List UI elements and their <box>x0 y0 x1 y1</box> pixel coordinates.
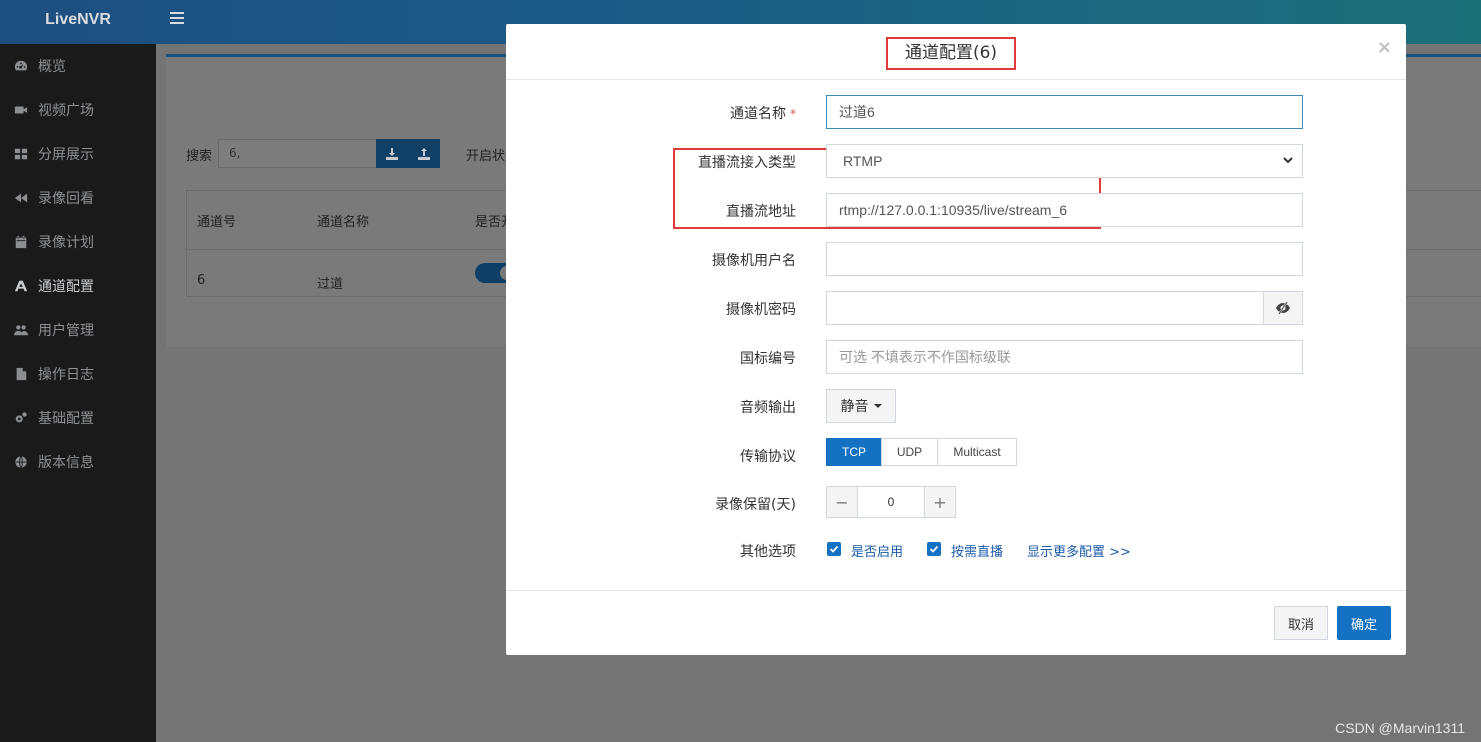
users-icon <box>13 323 29 337</box>
audio-output-label: 音频输出 <box>740 400 796 416</box>
table-cell-id: 6 <box>197 273 206 288</box>
upload-icon <box>418 147 430 160</box>
gb-id-input[interactable]: 可选 不填表示不作国标级联 <box>826 340 1303 374</box>
sidebar-item-overview[interactable]: 概览 <box>0 44 156 88</box>
table-cell-name: 过道 <box>317 277 344 292</box>
sidebar-item-label: 录像计划 <box>38 235 94 251</box>
stream-type-value: RTMP <box>843 153 883 169</box>
enabled-checkbox[interactable] <box>827 542 841 556</box>
protocol-option-tcp[interactable]: TCP <box>826 438 882 466</box>
column-header-name[interactable]: 通道名称 <box>317 211 369 230</box>
sidebar-item-playback[interactable]: 录像回看 <box>0 176 156 220</box>
menu-toggle-icon[interactable] <box>170 12 184 26</box>
sidebar-item-label: 分屏展示 <box>38 147 94 163</box>
close-icon[interactable]: × <box>1377 37 1392 58</box>
caret-down-icon <box>873 404 882 408</box>
sidebar-item-channel-config[interactable]: 通道配置 <box>0 264 156 308</box>
required-mark: * <box>790 107 796 121</box>
retention-days-input[interactable]: 0 <box>858 486 924 518</box>
sidebar-item-operation-log[interactable]: 操作日志 <box>0 352 156 396</box>
sidebar-item-record-plan[interactable]: 录像计划 <box>0 220 156 264</box>
eye-slash-icon <box>1276 301 1290 315</box>
column-header-id[interactable]: 通道号 <box>197 211 236 230</box>
stream-url-label: 直播流地址 <box>726 204 796 220</box>
channel-config-modal: 通道配置(6) × 通道名称 * 过道6 直播流接入类型 RTMP 直播流地址 r… <box>506 24 1406 655</box>
globe-icon <box>13 455 29 469</box>
on-demand-checkbox-label[interactable]: 按需直播 <box>951 541 1003 560</box>
increment-button[interactable]: + <box>924 486 956 518</box>
chevron-down-icon <box>1283 157 1293 164</box>
decrement-button[interactable]: − <box>826 486 858 518</box>
check-icon <box>929 545 939 553</box>
search-input[interactable]: 6, <box>218 139 386 168</box>
sidebar-item-label: 版本信息 <box>38 455 94 471</box>
cogs-icon <box>13 411 29 425</box>
sidebar-item-basic-config[interactable]: 基础配置 <box>0 396 156 440</box>
sidebar-item-label: 视频广场 <box>38 103 94 119</box>
search-label: 搜索 <box>186 149 213 164</box>
stream-url-input[interactable]: rtmp://127.0.0.1:10935/live/stream_6 <box>826 193 1303 227</box>
sidebar-item-label: 概览 <box>38 59 66 75</box>
on-demand-checkbox[interactable] <box>927 542 941 556</box>
enabled-checkbox-label[interactable]: 是否启用 <box>851 541 903 560</box>
sidebar-item-video-square[interactable]: 视频广场 <box>0 88 156 132</box>
download-icon <box>386 147 398 160</box>
camera-username-input[interactable] <box>826 242 1303 276</box>
other-options-label: 其他选项 <box>740 544 796 560</box>
sidebar-item-label: 基础配置 <box>38 411 94 427</box>
video-camera-icon <box>13 103 29 117</box>
protocol-option-multicast[interactable]: Multicast <box>937 438 1017 466</box>
dashboard-icon <box>13 59 29 73</box>
channel-name-input[interactable]: 过道6 <box>826 95 1303 129</box>
watermark: CSDN @Marvin1311 <box>1335 720 1465 736</box>
confirm-button[interactable]: 确定 <box>1337 606 1391 640</box>
sidebar-item-label: 通道配置 <box>38 279 94 295</box>
sidebar-item-version-info[interactable]: 版本信息 <box>0 440 156 484</box>
camera-password-label: 摄像机密码 <box>726 302 796 318</box>
sidebar-item-split-screen[interactable]: 分屏展示 <box>0 132 156 176</box>
app-brand[interactable]: LiveNVR <box>0 0 156 44</box>
toggle-password-button[interactable] <box>1263 291 1303 325</box>
retention-days-label: 录像保留(天) <box>715 497 796 513</box>
calendar-icon <box>13 235 29 249</box>
sidebar-item-user-management[interactable]: 用户管理 <box>0 308 156 352</box>
rewind-icon <box>13 191 29 205</box>
protocol-label: 传输协议 <box>740 449 796 465</box>
download-button[interactable] <box>376 139 408 168</box>
file-icon <box>13 367 29 381</box>
modal-title: 通道配置(6) <box>886 37 1016 70</box>
modal-footer-divider <box>506 590 1406 591</box>
gb-id-label: 国标编号 <box>740 351 796 367</box>
stream-type-select[interactable]: RTMP <box>826 144 1303 178</box>
sidebar-item-label: 录像回看 <box>38 191 94 207</box>
audio-output-value: 静音 <box>840 399 869 415</box>
protocol-option-udp[interactable]: UDP <box>881 438 938 466</box>
show-more-config-link[interactable]: 显示更多配置 >> <box>1027 541 1131 560</box>
grid-icon <box>13 147 29 161</box>
check-icon <box>829 545 839 553</box>
stream-type-label: 直播流接入类型 <box>698 155 796 171</box>
upload-button[interactable] <box>408 139 440 168</box>
cancel-button[interactable]: 取消 <box>1274 606 1328 640</box>
sidebar: 概览 视频广场 分屏展示 录像回看 录像计划 通道配置 用户管理 操作日志 基础… <box>0 44 156 742</box>
sitemap-icon <box>13 279 29 293</box>
camera-username-label: 摄像机用户名 <box>712 253 796 269</box>
sidebar-item-label: 操作日志 <box>38 367 94 383</box>
modal-header: 通道配置(6) × <box>506 24 1406 80</box>
sidebar-item-label: 用户管理 <box>38 323 94 339</box>
audio-output-dropdown[interactable]: 静音 <box>826 389 896 423</box>
camera-password-input[interactable] <box>826 291 1264 325</box>
channel-name-label: 通道名称 * <box>730 106 796 122</box>
